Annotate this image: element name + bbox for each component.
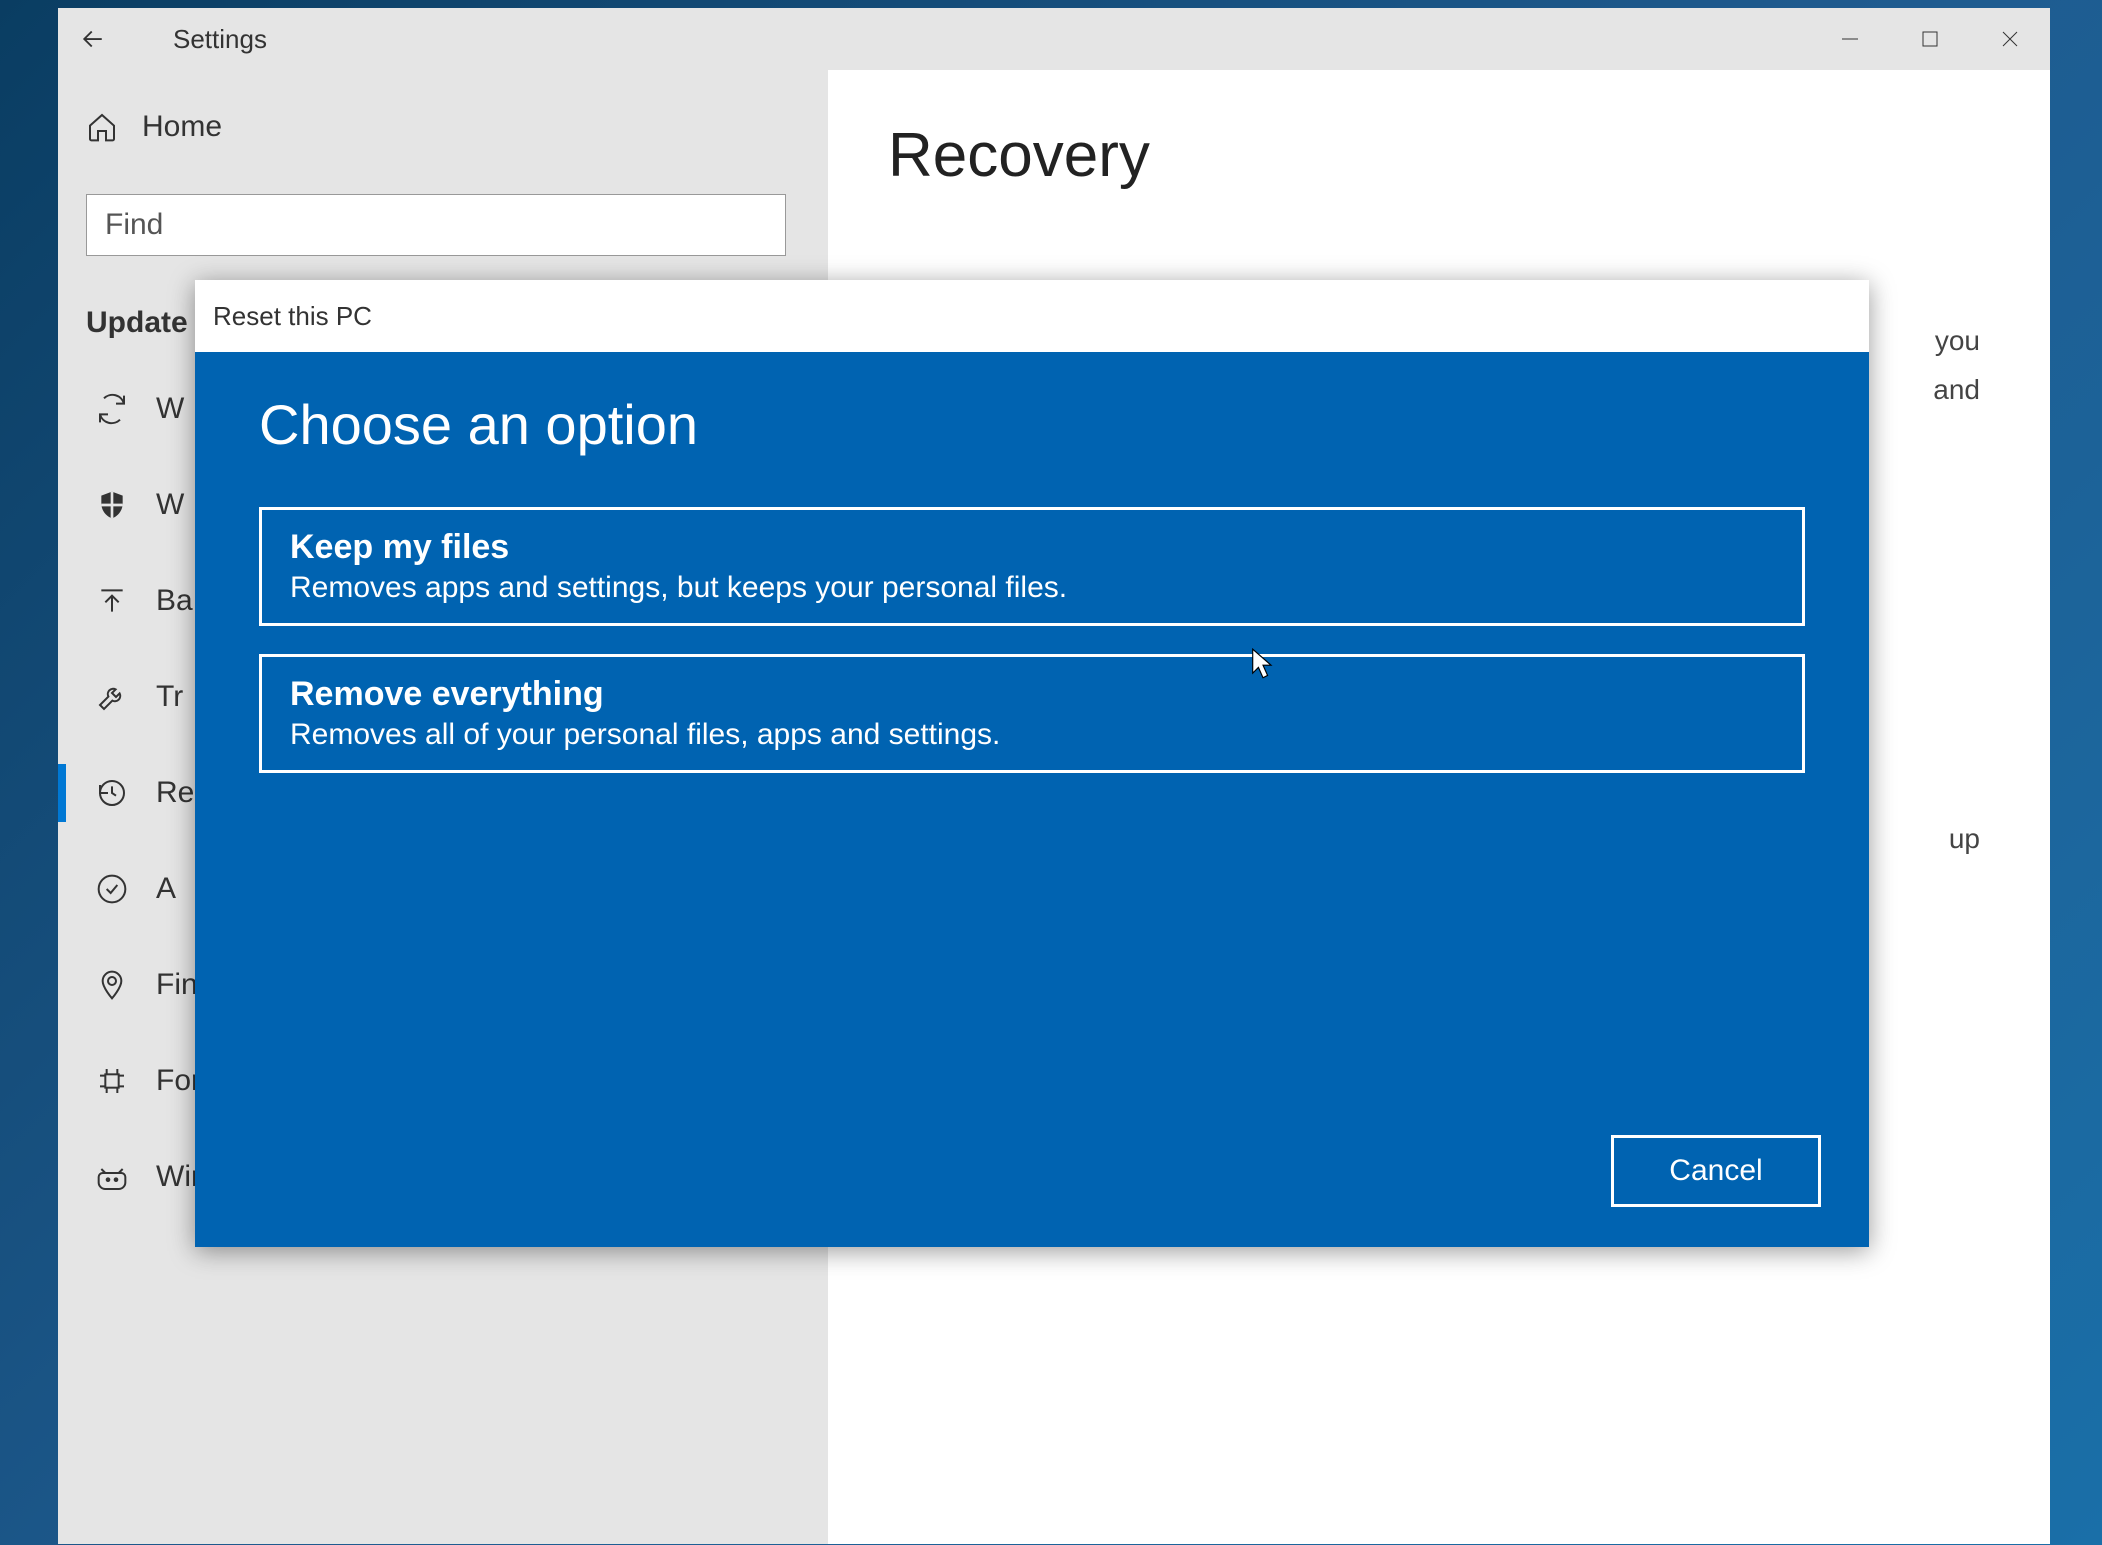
dialog-titlebar: Reset this PC <box>195 280 1869 352</box>
maximize-button[interactable] <box>1890 8 1970 70</box>
shield-icon <box>96 489 128 521</box>
sidebar-home-label: Home <box>142 110 222 144</box>
upload-icon <box>96 585 128 617</box>
minimize-icon <box>1840 29 1860 49</box>
window-title: Settings <box>173 24 267 55</box>
wrench-icon <box>96 681 128 713</box>
cancel-button-label: Cancel <box>1669 1154 1762 1188</box>
sidebar-item-label: W <box>156 488 184 522</box>
option-desc: Removes all of your personal files, apps… <box>290 718 1774 752</box>
dialog-heading: Choose an option <box>259 392 1805 457</box>
option-title: Keep my files <box>290 528 1774 567</box>
minimize-button[interactable] <box>1810 8 1890 70</box>
close-button[interactable] <box>1970 8 2050 70</box>
search-input[interactable]: Find <box>86 194 786 256</box>
titlebar: Settings <box>58 8 2050 70</box>
window-controls <box>1810 8 2050 70</box>
cancel-button[interactable]: Cancel <box>1611 1135 1821 1207</box>
option-title: Remove everything <box>290 675 1774 714</box>
page-title: Recovery <box>888 120 1990 191</box>
option-remove-everything[interactable]: Remove everything Removes all of your pe… <box>259 654 1805 773</box>
search-placeholder: Find <box>105 208 163 242</box>
home-icon <box>86 111 118 143</box>
close-icon <box>2000 29 2020 49</box>
sidebar-item-label: Ba <box>156 584 193 618</box>
cat-icon <box>96 1161 128 1193</box>
sidebar-item-label: Re <box>156 776 194 810</box>
sidebar-item-home[interactable]: Home <box>86 110 800 144</box>
sidebar-item-label: Tr <box>156 680 183 714</box>
option-keep-my-files[interactable]: Keep my files Removes apps and settings,… <box>259 507 1805 626</box>
dialog-body: Choose an option Keep my files Removes a… <box>195 352 1869 1247</box>
maximize-icon <box>1921 30 1939 48</box>
sidebar-item-label: W <box>156 392 184 426</box>
dev-icon <box>96 1065 128 1097</box>
back-button[interactable] <box>58 8 128 70</box>
history-icon <box>96 777 128 809</box>
option-desc: Removes apps and settings, but keeps you… <box>290 571 1774 605</box>
reset-pc-dialog: Reset this PC Choose an option Keep my f… <box>195 280 1869 1247</box>
sync-icon <box>96 393 128 425</box>
check-circle-icon <box>96 873 128 905</box>
dialog-titlebar-text: Reset this PC <box>213 301 372 332</box>
arrow-left-icon <box>78 24 108 54</box>
sidebar-item-label: A <box>156 872 176 906</box>
location-icon <box>96 969 128 1001</box>
